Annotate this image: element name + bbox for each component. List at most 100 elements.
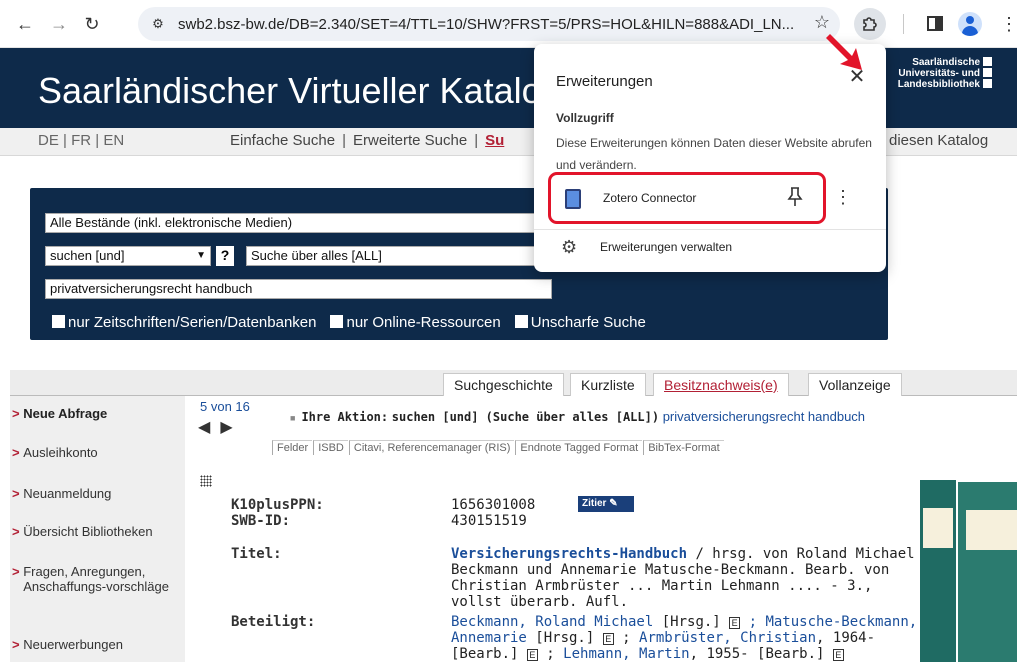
- university-logo: Saarländische Universitäts- und Landesbi…: [882, 57, 992, 90]
- filter-label: nur Online-Ressourcen: [346, 314, 501, 331]
- format-endnote[interactable]: Endnote Tagged Format: [515, 440, 643, 455]
- tab-short-list[interactable]: Kurzliste: [570, 373, 646, 396]
- ppn-label: K10plusPPN:: [231, 497, 324, 513]
- url-text[interactable]: swb2.bsz-bw.de/DB=2.340/SET=4/TTL=10/SHW…: [178, 16, 794, 33]
- search-input[interactable]: privatversicherungsrecht handbuch: [45, 279, 552, 299]
- sidebar: Neue Abfrage Ausleihkonto Neuanmeldung Ü…: [10, 396, 185, 662]
- pin-icon[interactable]: [787, 186, 803, 208]
- format-fields[interactable]: Felder: [272, 440, 313, 455]
- search-filters: nur Zeitschriften/Serien/Datenbanken nur …: [52, 314, 660, 331]
- popup-title: Erweiterungen: [556, 73, 653, 90]
- tab-holdings[interactable]: Besitznachweis(e): [653, 373, 789, 396]
- nav-current[interactable]: Su: [485, 132, 504, 149]
- nav-advanced-search[interactable]: Erweiterte Suche: [353, 132, 467, 149]
- more-vert-icon[interactable]: ⋮: [834, 187, 852, 207]
- qr-code-icon[interactable]: [200, 475, 212, 487]
- address-bar[interactable]: ⚙ swb2.bsz-bw.de/DB=2.340/SET=4/TTL=10/S…: [138, 7, 840, 41]
- checkbox[interactable]: [330, 315, 344, 328]
- reload-button[interactable]: ↻: [79, 11, 105, 37]
- format-ris[interactable]: Citavi, Referencemanager (RIS): [348, 440, 515, 455]
- filter-journals[interactable]: nur Zeitschriften/Serien/Datenbanken: [52, 314, 316, 331]
- sidebar-item-registration[interactable]: Neuanmeldung: [12, 486, 111, 501]
- sidebar-item-loan-account[interactable]: Ausleihkonto: [12, 445, 97, 460]
- site-title: Saarländischer Virtueller Katalog: [38, 70, 562, 111]
- info-icon[interactable]: E: [526, 649, 538, 661]
- book-cover-front: [958, 482, 1017, 662]
- info-icon[interactable]: E: [602, 633, 614, 645]
- lang-en[interactable]: EN: [103, 132, 124, 149]
- cover-label: [966, 510, 1017, 550]
- book-cover-back: [920, 480, 956, 662]
- manage-extensions-link[interactable]: Erweiterungen verwalten: [600, 240, 732, 254]
- lang-fr[interactable]: FR: [71, 132, 91, 149]
- contributor-role: [Hrsg.]: [526, 630, 603, 646]
- contributor-link[interactable]: Lehmann, Martin: [563, 646, 689, 662]
- forward-button[interactable]: →: [46, 11, 72, 37]
- filter-label: nur Zeitschriften/Serien/Datenbanken: [68, 314, 317, 331]
- top-nav: Einfache Suche | Erweiterte Suche | Su: [230, 132, 505, 149]
- contributor-role: [Hrsg.]: [653, 614, 730, 630]
- logo-line: Saarländische: [882, 57, 992, 68]
- back-button[interactable]: ←: [12, 11, 38, 37]
- sidebar-item-libraries[interactable]: Übersicht Bibliotheken: [12, 524, 152, 539]
- site-settings-icon[interactable]: ⚙: [148, 14, 168, 34]
- nav-simple-search[interactable]: Einfache Suche: [230, 132, 335, 149]
- quote-icon: ✎: [609, 498, 618, 509]
- action-query[interactable]: privatversicherungsrecht handbuch: [663, 409, 865, 424]
- sidebar-item-feedback[interactable]: Fragen, Anregungen, Anschaffungs-vorschl…: [12, 564, 177, 594]
- tab-full-view[interactable]: Vollanzeige: [808, 373, 902, 396]
- contributors-value: Beckmann, Roland Michael [Hrsg.] E ; Mat…: [451, 614, 918, 662]
- cite-label: Zitier: [582, 498, 607, 509]
- filter-online[interactable]: nur Online-Ressourcen: [330, 314, 501, 331]
- action-text: suchen [und] (Suche über alles [ALL]): [391, 410, 660, 424]
- extension-name[interactable]: Zotero Connector: [603, 191, 696, 205]
- side-panel-icon[interactable]: [927, 16, 943, 31]
- sidebar-item-new-query[interactable]: Neue Abfrage: [12, 406, 107, 421]
- toolbar-separator: [903, 14, 904, 34]
- contributor-role: , 1955- [Bearb.]: [689, 646, 833, 662]
- checkbox[interactable]: [514, 315, 528, 328]
- title-label: Titel:: [231, 546, 282, 562]
- operator-value: suchen [und]: [50, 248, 125, 263]
- checkbox[interactable]: [52, 315, 65, 328]
- filter-label: Unscharfe Suche: [530, 314, 646, 331]
- cover-label: [923, 508, 953, 548]
- cite-button[interactable]: Zitier ✎: [578, 496, 634, 512]
- profile-avatar[interactable]: [958, 12, 982, 36]
- gear-icon: ⚙: [561, 237, 578, 257]
- title-link[interactable]: Versicherungsrechts-Handbuch: [451, 546, 687, 562]
- book-cover[interactable]: [920, 480, 1017, 662]
- zotero-icon: [565, 189, 581, 209]
- field-select[interactable]: Suche über alles [ALL]: [246, 246, 552, 266]
- result-tabs: Suchgeschichte Kurzliste Besitznachweis(…: [10, 370, 1017, 396]
- logo-line: Universitäts- und: [882, 68, 992, 79]
- lang-de[interactable]: DE: [38, 132, 59, 149]
- help-button[interactable]: ?: [216, 246, 234, 266]
- swb-label: SWB-ID:: [231, 513, 291, 529]
- format-bibtex[interactable]: BibTex-Format: [643, 440, 724, 455]
- export-formats: Felder ISBD Citavi, Referencemanager (RIS)…: [272, 440, 725, 455]
- scope-select[interactable]: Alle Bestände (inkl. elektronische Medie…: [45, 213, 552, 233]
- sidebar-item-new-acquisitions[interactable]: Neuerwerbungen: [12, 637, 123, 652]
- ppn-value: 1656301008: [451, 497, 536, 513]
- filter-fuzzy[interactable]: Unscharfe Suche: [514, 314, 646, 331]
- pager: ◀▶: [198, 417, 243, 437]
- logo-line: Landesbibliothek: [882, 79, 992, 90]
- format-isbd[interactable]: ISBD: [313, 440, 348, 455]
- extension-item-zotero[interactable]: Zotero Connector: [548, 172, 826, 224]
- contributor-link[interactable]: Beckmann, Roland Michael: [451, 614, 653, 630]
- action-label: Ihre Aktion:: [301, 410, 389, 424]
- result-counter: 5 von 16: [200, 399, 250, 414]
- operator-select[interactable]: suchen [und] ▼: [45, 246, 211, 266]
- info-icon[interactable]: E: [832, 649, 844, 661]
- next-icon[interactable]: ▶: [220, 419, 242, 436]
- nav-this-catalog[interactable]: diesen Katalog: [889, 132, 988, 149]
- chevron-down-icon: ▼: [196, 250, 206, 261]
- info-icon[interactable]: E: [729, 617, 741, 629]
- prev-icon[interactable]: ◀: [198, 419, 220, 436]
- browser-menu-icon[interactable]: ⋮: [1000, 12, 1017, 36]
- swb-value: 430151519: [451, 513, 527, 529]
- action-summary: ■ Ihre Aktion: suchen [und] (Suche über a…: [290, 409, 865, 424]
- contributor-link[interactable]: Armbrüster, Christian: [639, 630, 816, 646]
- tab-history[interactable]: Suchgeschichte: [443, 373, 564, 396]
